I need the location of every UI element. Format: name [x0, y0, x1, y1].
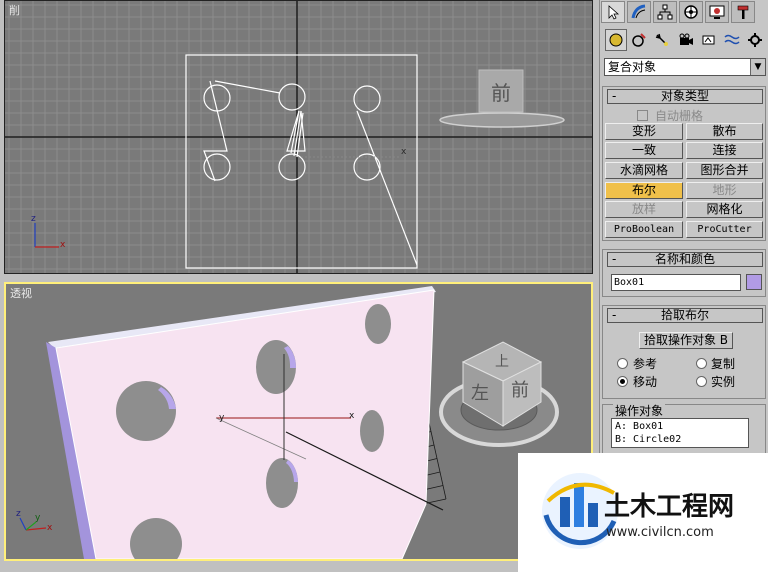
radio-instance[interactable] [696, 376, 707, 387]
object-type-rollout: - 对象类型 自动栅格 变形 散布 一致 连接 水滴网格 图形合并 布尔 地形 … [602, 86, 766, 241]
watermark-brand: 土木工程网 [604, 492, 734, 522]
tab-display[interactable] [705, 1, 729, 23]
tab-create[interactable] [601, 1, 625, 23]
list-item[interactable]: A: Box01 [615, 420, 745, 433]
pick-boolean-header[interactable]: - 拾取布尔 [607, 308, 763, 323]
collapse-icon: - [612, 89, 617, 103]
mesher-button[interactable]: 网格化 [686, 201, 763, 218]
loft-button[interactable]: 放样 [605, 201, 683, 218]
category-geometry[interactable] [605, 29, 627, 51]
svg-text:y: y [35, 513, 41, 523]
viewcube-ring [439, 112, 565, 128]
spacewarp-icon [724, 34, 740, 45]
instance-label: 实例 [711, 375, 736, 389]
tab-motion[interactable] [679, 1, 703, 23]
object-category-dropdown[interactable]: 复合对象 ▼ [604, 58, 766, 76]
conform-button[interactable]: 一致 [605, 142, 683, 159]
front-viewport[interactable]: x 前 z x 削 [4, 0, 593, 274]
object-name-field[interactable]: Box01 [611, 274, 741, 291]
tab-modify[interactable] [627, 1, 651, 23]
create-categories [600, 29, 768, 55]
light-icon [655, 33, 668, 46]
collapse-icon: - [612, 308, 617, 322]
category-cameras[interactable] [675, 29, 697, 51]
axis-tripod-persp: z x y [16, 509, 53, 533]
move-label: 移动 [633, 375, 658, 389]
radio-copy[interactable] [696, 358, 707, 369]
category-lights[interactable] [651, 29, 673, 51]
tab-utilities[interactable] [731, 1, 755, 23]
viewcube-perspective[interactable]: 上 左 前 [439, 341, 559, 447]
procutter-button[interactable]: ProCutter [686, 221, 763, 238]
svg-text:x: x [47, 523, 53, 533]
svg-text:x: x [60, 240, 66, 250]
blobmesh-button[interactable]: 水滴网格 [605, 162, 683, 179]
auto-grid-checkbox[interactable] [637, 110, 648, 121]
front-viewport-label[interactable]: 削 [9, 2, 20, 18]
radio-reference[interactable] [617, 358, 628, 369]
perspective-viewport[interactable]: y x 上 左 前 z x y 透视 [4, 282, 593, 561]
watermark-url: www.civilcn.com [606, 525, 714, 540]
dropdown-value: 复合对象 [608, 60, 657, 74]
camera-icon [679, 33, 693, 45]
pick-boolean-rollout: - 拾取布尔 拾取操作对象 B 参考 复制 移动 实例 [602, 305, 766, 399]
gizmo-y-label: y [219, 413, 225, 423]
list-item[interactable]: B: Circle02 [615, 433, 745, 446]
gizmo-x-label-persp: x [349, 411, 355, 421]
gizmo-x-label: x [401, 147, 407, 157]
shape-icon [632, 33, 646, 47]
viewcube-front-label: 前 [491, 81, 511, 105]
operands-list[interactable]: A: Box01 B: Circle02 [611, 418, 749, 448]
system-icon [748, 33, 762, 47]
watermark: 土木工程网 www.civilcn.com [518, 453, 768, 572]
auto-grid-label: 自动栅格 [655, 109, 704, 123]
category-shapes[interactable] [628, 29, 650, 51]
pick-operand-b-button[interactable]: 拾取操作对象 B [639, 332, 733, 349]
svg-text:z: z [16, 509, 21, 519]
radio-move[interactable] [617, 376, 628, 387]
operands-group: 操作对象 A: Box01 B: Circle02 [602, 402, 766, 456]
command-panel-tabs [600, 0, 768, 26]
boolean-button[interactable]: 布尔 [605, 182, 683, 199]
shapemerge-button[interactable]: 图形合并 [686, 162, 763, 179]
object-type-header[interactable]: - 对象类型 [607, 89, 763, 104]
name-color-header[interactable]: - 名称和颜色 [607, 252, 763, 267]
connect-button[interactable]: 连接 [686, 142, 763, 159]
object-color-swatch[interactable] [746, 274, 762, 290]
category-spacewarps[interactable] [721, 29, 743, 51]
svg-text:上: 上 [495, 354, 509, 370]
bend-icon [631, 4, 646, 19]
tab-hierarchy[interactable] [653, 1, 677, 23]
watermark-logo: 土木工程网 www.civilcn.com [542, 473, 734, 549]
monitor-icon [709, 5, 725, 19]
hierarchy-icon [657, 4, 673, 20]
perspective-viewport-label[interactable]: 透视 [10, 285, 32, 301]
svg-text:前: 前 [511, 380, 529, 401]
svg-text:左: 左 [471, 383, 489, 404]
front-viewport-canvas: x 前 z x [5, 1, 592, 273]
arrow-pointer-icon [608, 5, 620, 20]
terrain-button[interactable]: 地形 [686, 182, 763, 199]
copy-label: 复制 [711, 357, 736, 371]
perspective-viewport-canvas: y x 上 左 前 z x y [16, 286, 559, 559]
svg-text:z: z [31, 214, 36, 224]
reference-label: 参考 [633, 357, 658, 371]
hammer-icon [737, 5, 749, 19]
wheel-icon [684, 5, 698, 19]
proboolean-button[interactable]: ProBoolean [605, 221, 683, 238]
morph-button[interactable]: 变形 [605, 123, 683, 140]
chevron-down-icon[interactable]: ▼ [750, 59, 765, 75]
name-color-rollout: - 名称和颜色 Box01 [602, 249, 766, 297]
category-helpers[interactable] [698, 29, 720, 51]
category-systems[interactable] [744, 29, 766, 51]
scatter-button[interactable]: 散布 [686, 123, 763, 140]
operands-label: 操作对象 [613, 402, 666, 419]
sphere-icon [609, 33, 623, 47]
collapse-icon: - [612, 252, 617, 266]
helper-icon [702, 35, 715, 45]
